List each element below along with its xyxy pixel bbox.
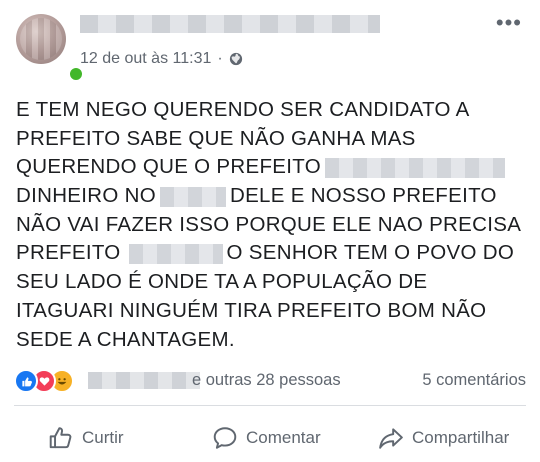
divider	[14, 405, 526, 406]
share-button[interactable]: Compartilhar	[378, 420, 509, 456]
post-timestamp[interactable]: 12 de out às 11:31	[80, 50, 211, 68]
post-meta: 12 de out às 11:31 ·	[80, 50, 243, 68]
post-line: SEDE A CHANTAGEM.	[16, 327, 235, 351]
avatar-blur	[20, 18, 62, 60]
comment-label: Comentar	[246, 428, 321, 447]
post-line: DINHEIRO NO DELE E NOSSO PREFEITO	[16, 184, 497, 208]
redacted-text	[159, 186, 226, 207]
post-line: PREFEITO SABE QUE NÃO GANHA MAS	[16, 126, 416, 150]
post-line: SEU LADO É ONDE TA A POPULAÇÃO DE	[16, 270, 428, 294]
like-label: Curtir	[82, 428, 124, 447]
share-arrow-icon	[379, 428, 403, 449]
thumbs-up-icon	[49, 427, 72, 449]
reactions-bar: e outras 28 pessoas 5 comentários	[14, 369, 526, 393]
avatar[interactable]	[16, 14, 84, 82]
comments-count[interactable]: 5 comentários	[422, 371, 526, 390]
reaction-icons[interactable]	[14, 369, 74, 393]
post-line: QUERENDO QUE O PREFEITO	[16, 153, 524, 182]
post-line: NÃO VAI FAZER ISSO PORQUE ELE NAO PRECIS…	[16, 212, 522, 236]
author-name-redacted[interactable]	[80, 15, 380, 33]
post-actions: Curtir Comentar Compartilhar	[0, 420, 540, 456]
post-line: E TEM NEGO QUERENDO SER CANDIDATO A	[16, 98, 470, 121]
comment-bubble-icon	[213, 427, 237, 449]
like-button[interactable]: Curtir	[48, 420, 124, 456]
share-label: Compartilhar	[412, 428, 510, 447]
post-body: E TEM NEGO QUERENDO SER CANDIDATO A PREF…	[16, 96, 524, 354]
reactor-names-redacted	[88, 372, 200, 389]
meta-separator: ·	[217, 50, 223, 67]
comment-button[interactable]: Comentar	[212, 420, 321, 456]
more-options-icon[interactable]: •••	[496, 12, 522, 34]
reactions-count[interactable]: e outras 28 pessoas	[192, 371, 341, 390]
redacted-text	[128, 244, 223, 265]
post-line: PREFEITO O SENHOR TEM O POVO DO	[16, 241, 515, 265]
facebook-post: 12 de out às 11:31 · ••• E TEM NEGO QUER…	[0, 0, 540, 462]
redacted-text	[324, 157, 505, 178]
like-icon	[14, 369, 38, 393]
online-status-dot	[68, 66, 84, 82]
globe-icon	[229, 52, 242, 66]
post-line: ITAGUARI NINGUÉM TIRA PREFEITO BOM NÃO	[16, 298, 487, 322]
